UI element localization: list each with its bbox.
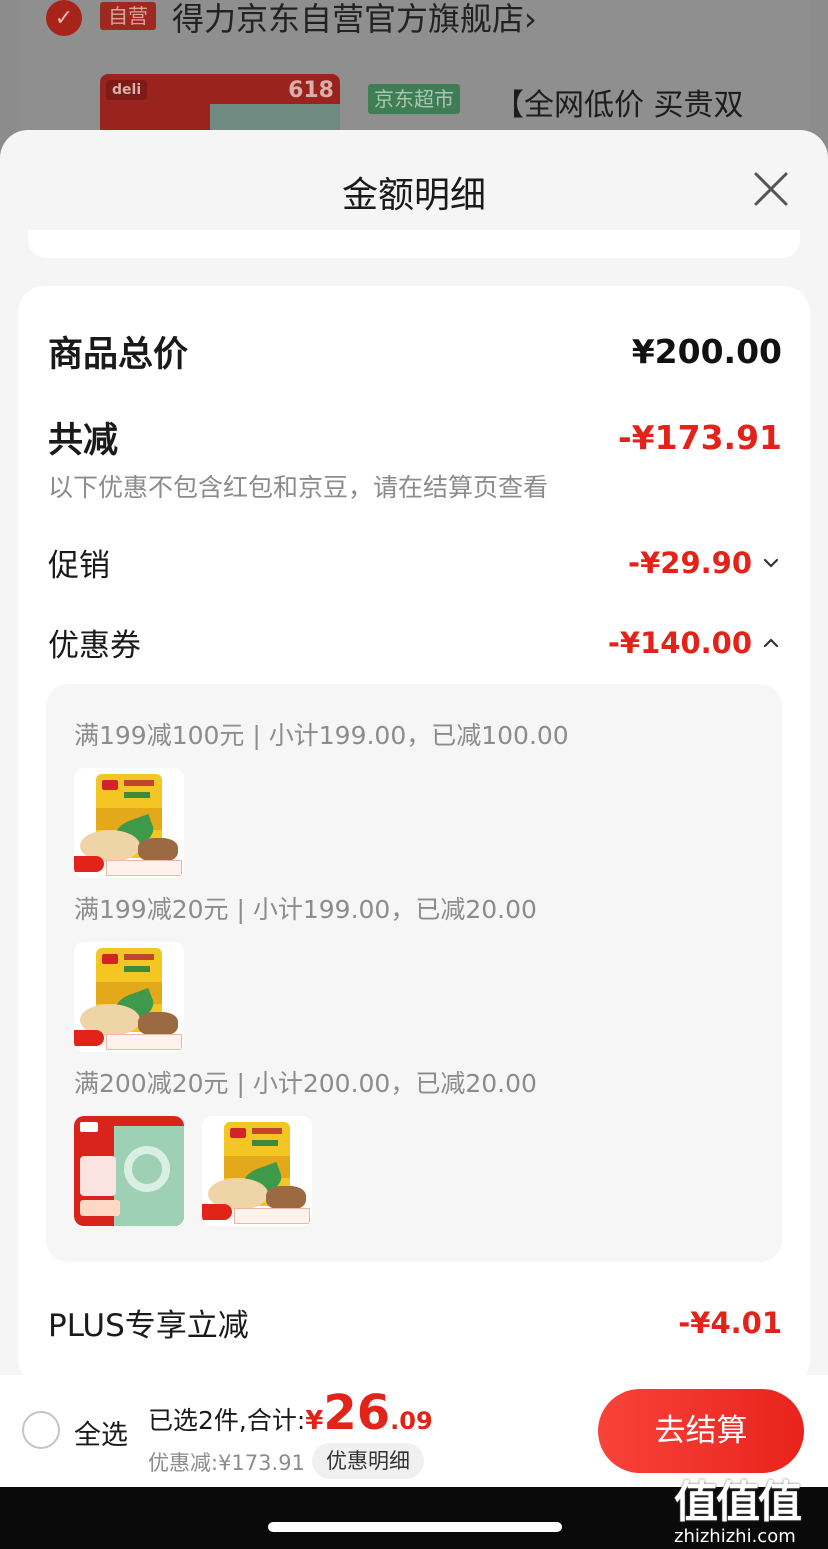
bag-text-mark	[124, 780, 154, 786]
chevron-right-icon: ›	[524, 0, 537, 38]
product-thumbnail-snack[interactable]	[74, 768, 184, 878]
total-decimal: .09	[390, 1407, 433, 1435]
coupon-line: 满200减20元 | 小计200.00，已减20.00	[74, 1069, 537, 1098]
total-reduce-row: 共减 -¥173.91	[48, 412, 782, 463]
self-operated-badge: 自营	[100, 2, 156, 30]
watermark: 值值值 zhizhizhi.com	[674, 1466, 824, 1547]
tape-graphic	[124, 1146, 170, 1192]
bag-text-mark	[124, 954, 154, 960]
promotion-value: -¥29.90	[628, 545, 752, 580]
summary-text: 已选2件,合计:	[148, 1406, 306, 1435]
currency-symbol: ¥	[305, 1406, 324, 1436]
price-tag	[74, 1030, 104, 1046]
price-tag	[202, 1204, 232, 1220]
product-title[interactable]: 【全网低价 买贵双	[494, 80, 744, 124]
amount-detail-card: 商品总价 ¥200.00 共减 -¥173.91 以下优惠不包含红包和京豆，请在…	[18, 286, 810, 1375]
total-summary: 已选2件,合计: ¥ 26 .09	[148, 1389, 433, 1437]
watermark-url: zhizhizhi.com	[674, 1526, 796, 1547]
brand-logo: deli	[106, 80, 148, 100]
bag-text-mark	[124, 792, 150, 798]
promo-box	[80, 1156, 116, 1196]
total-reduce-label: 共减	[48, 421, 119, 461]
brand-mark	[102, 780, 118, 790]
promotion-row[interactable]: 促销 -¥29.90	[48, 540, 782, 585]
total-reduce-value: -¥173.91	[617, 418, 782, 457]
product-thumbnail-snack[interactable]	[74, 942, 184, 1052]
bag-text-mark	[252, 1128, 282, 1134]
product-thumbnail-snack[interactable]	[202, 1116, 312, 1226]
store-check-icon[interactable]: ✓	[46, 0, 82, 36]
plus-discount-label: PLUS专享立减	[48, 1308, 249, 1344]
close-icon[interactable]	[752, 170, 790, 208]
total-price-row: 商品总价 ¥200.00	[48, 326, 782, 377]
total-price-label: 商品总价	[48, 335, 189, 375]
discount-summary: 优惠减:¥173.91	[148, 1451, 305, 1475]
amount-detail-sheet: 金额明细 商品总价 ¥200.00 共减 -¥173.91 以下优惠不包含红包和…	[0, 130, 828, 1375]
coupon-breakdown: 满199减100元 | 小计199.00，已减100.00 满199减20元 |…	[46, 684, 782, 1262]
brand-mark	[102, 954, 118, 964]
divider-card	[28, 230, 800, 258]
home-indicator[interactable]	[268, 1522, 562, 1532]
coupon-line: 满199减100元 | 小计199.00，已减100.00	[74, 721, 569, 750]
coupon-line: 满199减20元 | 小计199.00，已减20.00	[74, 895, 537, 924]
promo-banner	[106, 860, 182, 876]
promo-banner	[234, 1208, 310, 1224]
coupon-value-wrap: -¥140.00	[608, 626, 782, 660]
jd-supermarket-tag: 京东超市	[368, 84, 460, 114]
total-integer: 26	[323, 1385, 391, 1441]
checkout-button[interactable]: 去结算	[598, 1389, 804, 1473]
discount-detail-button[interactable]: 优惠明细	[312, 1443, 424, 1479]
food-graphic	[138, 1012, 178, 1036]
total-price-value: ¥200.00	[631, 332, 782, 371]
product-thumbnail-deli[interactable]	[74, 1116, 184, 1226]
chevron-up-icon[interactable]	[760, 632, 782, 654]
promotion-label: 促销	[48, 548, 110, 584]
chevron-down-icon[interactable]	[760, 552, 782, 574]
store-name[interactable]: 得力京东自营官方旗舰店›	[172, 0, 537, 40]
coupon-value: -¥140.00	[607, 625, 752, 660]
plus-discount-row: PLUS专享立减 -¥4.01	[48, 1300, 782, 1345]
store-name-text: 得力京东自营官方旗舰店	[172, 0, 525, 38]
promo-box	[80, 1200, 120, 1216]
food-graphic	[138, 838, 178, 862]
brand-mark	[80, 1122, 98, 1132]
sheet-title: 金额明细	[341, 175, 486, 216]
select-all-radio[interactable]	[22, 1411, 60, 1449]
brand-mark	[230, 1128, 246, 1138]
watermark-logo: 值值值	[674, 1477, 802, 1528]
food-graphic	[266, 1186, 306, 1210]
coupon-label: 优惠券	[48, 628, 141, 664]
price-tag	[74, 856, 104, 872]
coupon-row[interactable]: 优惠券 -¥140.00	[48, 620, 782, 665]
bag-text-mark	[124, 966, 150, 972]
promo-banner	[106, 1034, 182, 1050]
plus-discount-value: -¥4.01	[678, 1305, 782, 1340]
bag-text-mark	[252, 1140, 278, 1146]
reduce-note: 以下优惠不包含红包和京豆，请在结算页查看	[48, 473, 549, 502]
promotion-value-wrap: -¥29.90	[628, 546, 782, 580]
select-all-label[interactable]: 全选	[74, 1413, 128, 1452]
background-cart: ✓ 自营 得力京东自营官方旗舰店› deli 618 京东超市 【全网低价 买贵…	[0, 0, 828, 144]
promo-618-badge: 618	[288, 78, 334, 103]
